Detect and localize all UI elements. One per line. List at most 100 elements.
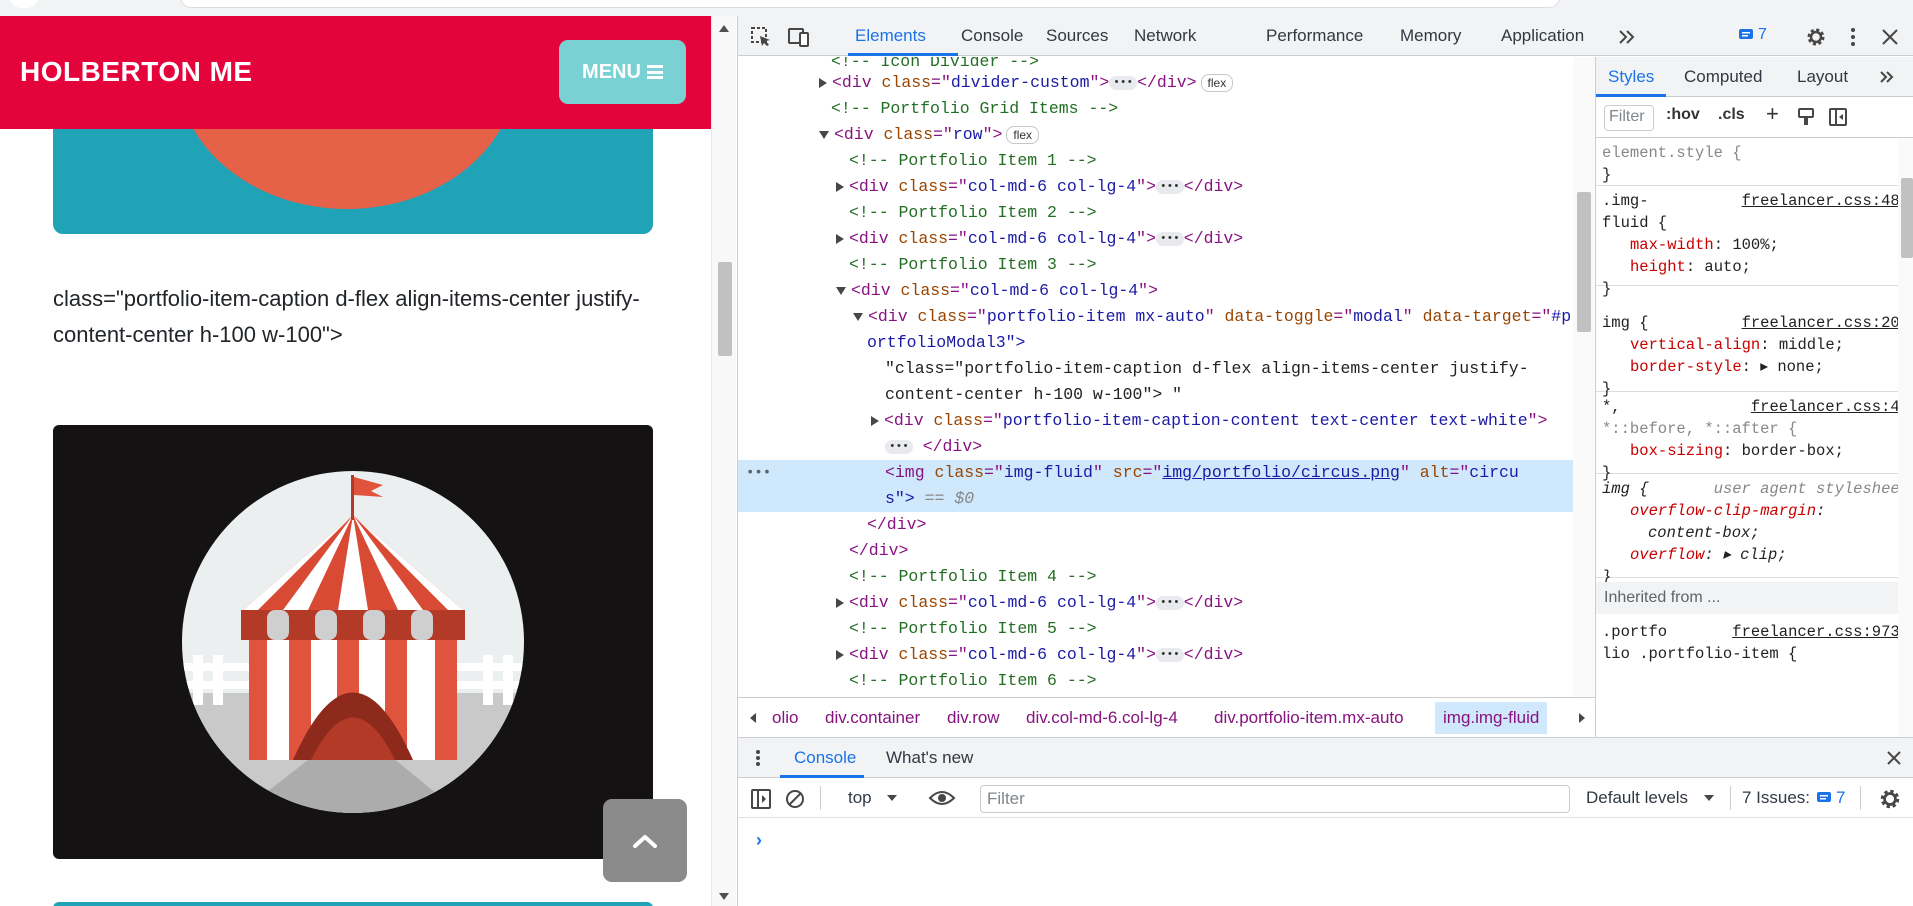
drawer-tab-whats-new[interactable]: What's new [886, 748, 973, 768]
style-source-link[interactable]: freelancer.css:486 [1742, 190, 1909, 212]
toggle-sidebar-icon[interactable] [1828, 107, 1848, 127]
scroll-up-arrow-icon[interactable] [719, 25, 729, 32]
dom-node-divider[interactable]: <div class="divider-custom"> ••• </div> fle… [738, 70, 1573, 96]
dom-node-col[interactable]: <div class="col-md-6 col-lg-4"> ••• </div> [738, 174, 1573, 200]
dom-node-col[interactable]: <div class="col-md-6 col-lg-4"> ••• </div> [738, 590, 1573, 616]
dom-node-col[interactable]: <div class="col-md-6 col-lg-4"> ••• </div> [738, 642, 1573, 668]
expand-triangle-icon[interactable] [836, 649, 844, 660]
dom-text-node[interactable]: "class="portfolio-item-caption d-flex al… [738, 356, 1573, 382]
dom-node-caption-content[interactable]: <div class="portfolio-item-caption-conte… [738, 408, 1573, 434]
inspect-element-icon[interactable] [750, 26, 772, 48]
breadcrumb-item[interactable]: div.container [825, 708, 920, 728]
collapse-triangle-icon[interactable] [853, 312, 863, 321]
drawer-tab-console[interactable]: Console [794, 748, 856, 768]
next-portfolio-item[interactable] [53, 902, 653, 906]
style-source-link[interactable]: freelancer.css:46 [1751, 396, 1909, 418]
dom-scrollbar[interactable] [1573, 57, 1595, 697]
ellipsis-badge[interactable]: ••• [1109, 75, 1138, 90]
style-rule-element[interactable]: element.style { } [1596, 138, 1913, 186]
ellipsis-badge[interactable]: ••• [1155, 647, 1184, 662]
device-toolbar-icon[interactable] [788, 26, 810, 48]
sidebar-toggle-icon[interactable] [750, 788, 772, 810]
dom-node-col[interactable]: <div class="col-md-6 col-lg-4"> ••• </div> [738, 226, 1573, 252]
scroll-down-arrow-icon[interactable] [719, 893, 729, 900]
tab-memory[interactable]: Memory [1400, 26, 1461, 46]
expand-triangle-icon[interactable] [871, 415, 879, 426]
menu-button[interactable]: MENU [559, 40, 686, 104]
paint-brush-icon[interactable] [1796, 107, 1816, 127]
browser-control[interactable] [10, 0, 38, 8]
ellipsis-badge[interactable]: ••• [885, 439, 913, 454]
issues-badge[interactable]: 7 [1738, 26, 1767, 44]
issues-count[interactable]: 7 [1836, 788, 1845, 808]
breadcrumb-item-selected[interactable]: img.img-fluid [1435, 702, 1548, 734]
breadcrumb-right-arrow-icon[interactable] [1577, 712, 1587, 724]
dom-scrollbar-thumb[interactable] [1577, 192, 1591, 332]
dom-node-portfolio-item[interactable]: <div class="portfolio-item mx-auto" data… [738, 304, 1573, 330]
drawer-menu-icon[interactable] [754, 748, 762, 768]
more-tabs-chevron-icon[interactable] [1878, 69, 1896, 85]
default-levels-dropdown[interactable]: Default levels [1586, 788, 1688, 808]
tab-console[interactable]: Console [961, 26, 1023, 46]
page-scrollbar-thumb[interactable] [718, 262, 732, 356]
portfolio-item-circus[interactable] [53, 425, 653, 859]
style-rule-img[interactable]: img { freelancer.css:204 vertical-align:… [1596, 308, 1913, 398]
styles-scrollbar-thumb[interactable] [1901, 178, 1913, 258]
flex-badge[interactable]: flex [1006, 125, 1040, 144]
flex-badge[interactable]: flex [1200, 73, 1234, 92]
collapse-triangle-icon[interactable] [836, 286, 846, 295]
eye-icon[interactable] [928, 788, 956, 808]
hov-toggle[interactable]: :hov [1666, 106, 1700, 124]
style-rule-portfolio[interactable]: .portfo lio .portfolio-item { freelancer… [1596, 617, 1913, 677]
console-prompt-chevron-icon[interactable]: › [756, 830, 762, 851]
dom-node-row[interactable]: <div class="row"> flex [738, 122, 1573, 148]
dom-node-col[interactable]: <div class="col-md-6 col-lg-4"> [738, 278, 1573, 304]
tab-sources[interactable]: Sources [1046, 26, 1108, 46]
scroll-to-top-button[interactable] [603, 799, 687, 882]
dom-tree[interactable]: <!-- Icon Divider --> <div class="divide… [738, 57, 1573, 697]
context-selector[interactable]: top [848, 788, 872, 808]
close-drawer-icon[interactable] [1886, 750, 1902, 766]
tab-computed[interactable]: Computed [1684, 67, 1762, 87]
expand-triangle-icon[interactable] [836, 181, 844, 192]
new-rule-plus-icon[interactable]: + [1766, 101, 1779, 127]
style-rule-user-agent[interactable]: img { user agent stylesheet overflow-cli… [1596, 474, 1913, 586]
console-settings-gear-icon[interactable] [1878, 787, 1902, 811]
settings-gear-icon[interactable] [1805, 26, 1827, 48]
close-devtools-icon[interactable] [1879, 26, 1901, 48]
tab-network[interactable]: Network [1134, 26, 1196, 46]
dom-node-img-selected[interactable]: <img class="img-fluid" src="img/portfoli… [738, 460, 1573, 486]
style-rule-img-fluid[interactable]: .img- fluid { freelancer.css:486 max-wid… [1596, 186, 1913, 298]
cls-toggle[interactable]: .cls [1718, 106, 1745, 124]
styles-filter-input[interactable]: Filter [1604, 105, 1654, 131]
tab-elements[interactable]: Elements [855, 26, 926, 46]
dropdown-arrow-icon[interactable] [1703, 794, 1715, 802]
tab-application[interactable]: Application [1501, 26, 1584, 46]
expand-triangle-icon[interactable] [836, 597, 844, 608]
breadcrumb-item[interactable]: div.portfolio-item.mx-auto [1214, 708, 1404, 728]
page-scrollbar[interactable] [711, 16, 736, 906]
kebab-menu-icon[interactable] [1842, 26, 1864, 48]
tab-layout[interactable]: Layout [1797, 67, 1848, 87]
breadcrumb-item[interactable]: div.col-md-6.col-lg-4 [1026, 708, 1178, 728]
more-tabs-chevron-icon[interactable] [1616, 26, 1638, 48]
clear-console-icon[interactable] [784, 788, 806, 810]
style-source-link[interactable]: freelancer.css:204 [1742, 312, 1909, 334]
portfolio-item-image[interactable] [53, 129, 653, 234]
breadcrumb-item[interactable]: div.row [947, 708, 1000, 728]
brand-logo[interactable]: HOLBERTON ME [20, 56, 253, 88]
address-bar[interactable] [180, 0, 1560, 8]
console-filter-input[interactable]: Filter [980, 785, 1570, 813]
ellipsis-badge[interactable]: ••• [1155, 231, 1184, 246]
message-icon[interactable] [1816, 791, 1832, 805]
tab-styles[interactable]: Styles [1608, 67, 1654, 87]
breadcrumb-item[interactable]: olio [772, 708, 798, 728]
expand-triangle-icon[interactable] [836, 233, 844, 244]
dom-node-img-selected-cont[interactable]: s"> == $0 [738, 486, 1573, 512]
style-source-link[interactable]: freelancer.css:9739 [1732, 621, 1909, 643]
issues-label[interactable]: 7 Issues: [1742, 788, 1810, 808]
breadcrumb-left-arrow-icon[interactable] [748, 712, 758, 724]
img-src-link[interactable]: img/portfolio/circus.png [1162, 463, 1400, 482]
style-rule-universal[interactable]: *, *::before, *::after { freelancer.css:… [1596, 392, 1913, 482]
styles-scrollbar[interactable] [1898, 138, 1913, 737]
